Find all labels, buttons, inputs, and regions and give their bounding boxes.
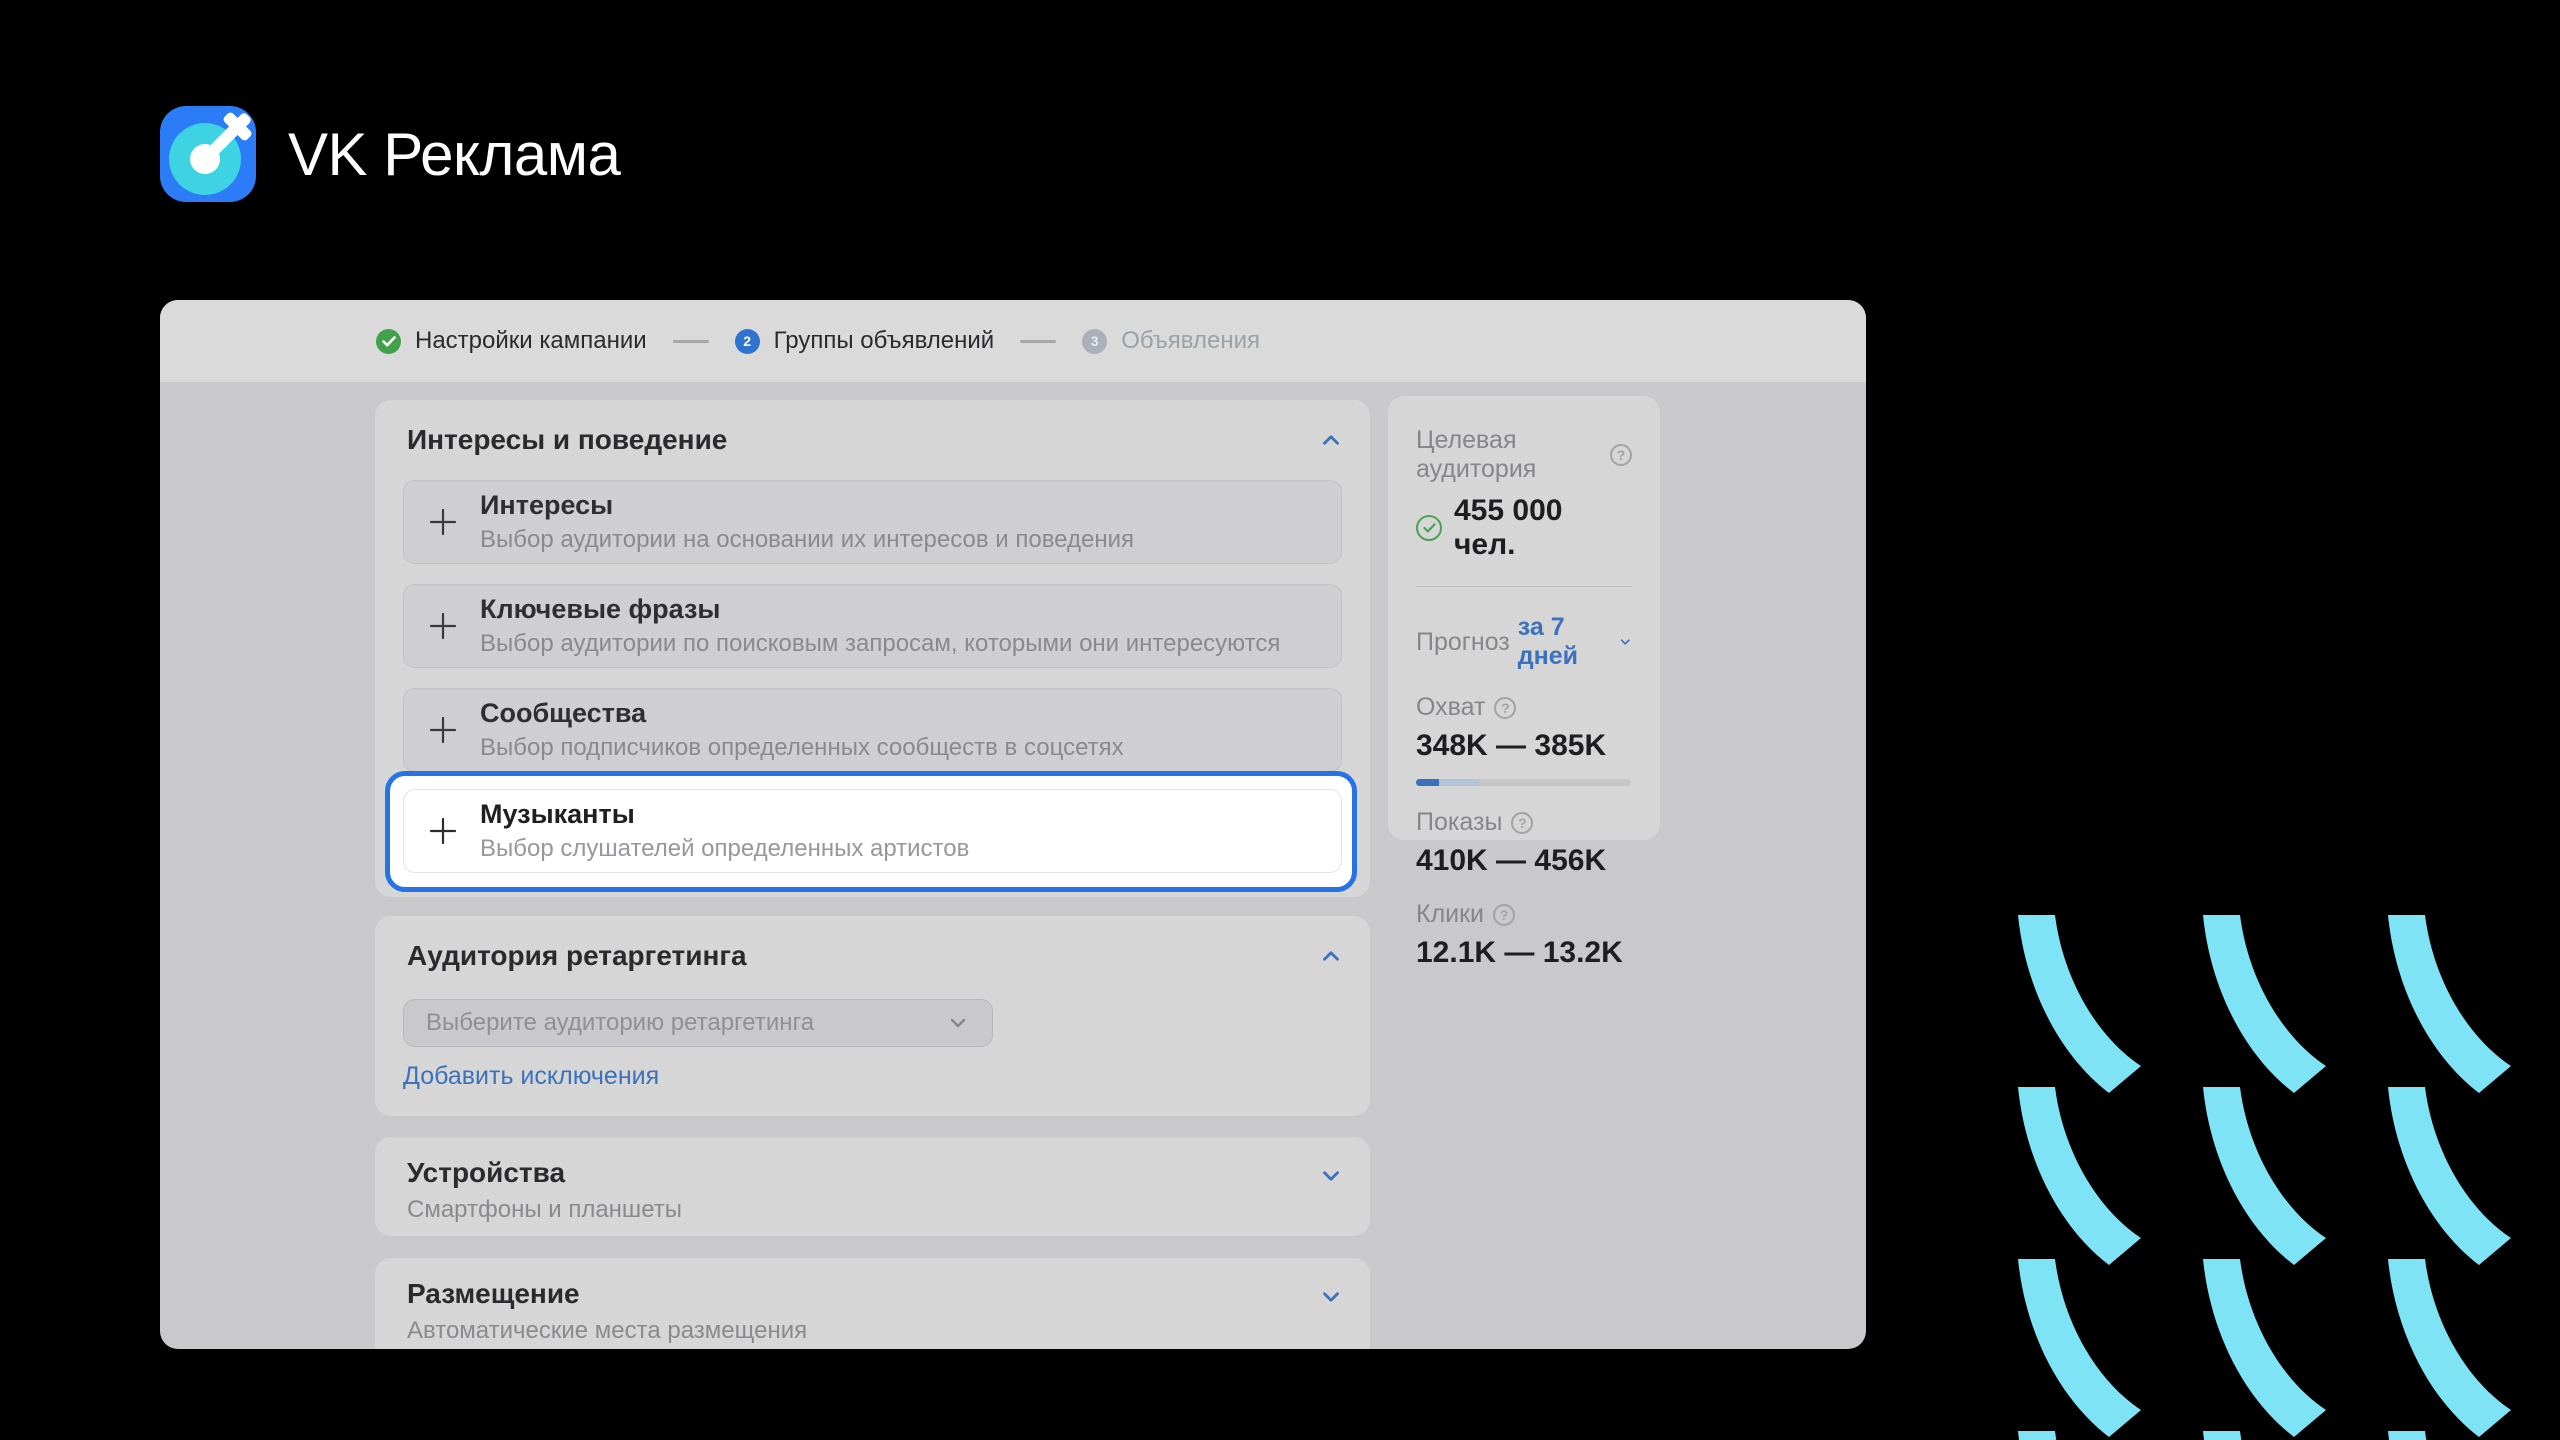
step-campaign-settings[interactable]: Настройки кампании xyxy=(376,327,647,355)
check-circle-icon xyxy=(1416,515,1442,541)
help-icon[interactable]: ? xyxy=(1610,444,1632,466)
swoosh-shape xyxy=(2008,1431,2142,1440)
metric-clicks: Клики ? 12.1K — 13.2K xyxy=(1416,900,1632,970)
forecast-panel: Целевая аудитория ? 455 000 чел. Прогноз… xyxy=(1388,396,1660,840)
metric-reach: Охват ? 348K — 385K xyxy=(1416,693,1632,786)
option-title: Сообщества xyxy=(480,698,1124,729)
option-card-musicians[interactable]: Музыканты Выбор слушателей определенных … xyxy=(403,789,1342,873)
target-audience-label: Целевая аудитория xyxy=(1416,426,1601,484)
progress-filled xyxy=(1416,779,1439,786)
swoosh-shape xyxy=(2193,1087,2327,1265)
page: VK Реклама Настройки кампании 2 Группы о… xyxy=(0,0,2560,1440)
brand-header: VK Реклама xyxy=(160,106,620,202)
option-title: Ключевые фразы xyxy=(480,594,1280,625)
option-subtitle: Выбор слушателей определенных артистов xyxy=(480,835,969,863)
forecast-period-dropdown[interactable]: за 7 дней xyxy=(1518,613,1610,671)
step-done-check-icon xyxy=(376,329,401,354)
plus-icon xyxy=(428,507,458,537)
option-title: Музыканты xyxy=(480,799,969,830)
divider xyxy=(1416,586,1632,587)
step-ad-groups[interactable]: 2 Группы объявлений xyxy=(735,327,995,355)
progress-secondary xyxy=(1439,779,1479,786)
campaign-wizard-card: Настройки кампании 2 Группы объявлений 3… xyxy=(160,300,1866,1349)
section-retargeting-audience: Аудитория ретаргетинга Выберите аудитори… xyxy=(375,916,1370,1116)
section-title: Аудитория ретаргетинга xyxy=(407,940,747,972)
add-exclusions-link[interactable]: Добавить исключения xyxy=(403,1062,659,1091)
step-label: Настройки кампании xyxy=(415,327,647,355)
metric-value: 348K — 385K xyxy=(1416,729,1632,763)
vk-ads-logo-icon xyxy=(160,106,256,202)
option-title: Интересы xyxy=(480,490,1134,521)
swoosh-shape xyxy=(2193,915,2327,1093)
stepper-connector xyxy=(673,340,709,343)
section-devices[interactable]: Устройства Смартфоны и планшеты xyxy=(375,1137,1370,1236)
help-icon[interactable]: ? xyxy=(1493,904,1515,926)
metric-label: Охват xyxy=(1416,693,1485,722)
metric-value: 12.1K — 13.2K xyxy=(1416,936,1632,970)
forecast-label: Прогноз xyxy=(1416,628,1510,657)
section-subtitle: Автоматические места размещения xyxy=(407,1317,807,1345)
chevron-down-icon[interactable] xyxy=(1618,633,1632,651)
chevron-down-icon xyxy=(946,1011,970,1035)
stepper: Настройки кампании 2 Группы объявлений 3… xyxy=(160,300,1866,382)
option-subtitle: Выбор аудитории на основании их интересо… xyxy=(480,526,1134,554)
plus-icon xyxy=(428,715,458,745)
chevron-up-icon[interactable] xyxy=(1318,427,1344,453)
swoosh-shape xyxy=(2378,915,2512,1093)
section-title: Размещение xyxy=(407,1278,807,1310)
option-card-communities[interactable]: Сообщества Выбор подписчиков определенны… xyxy=(403,688,1342,772)
section-placement[interactable]: Размещение Автоматические места размещен… xyxy=(375,1258,1370,1349)
swoosh-shape xyxy=(2378,1087,2512,1265)
section-interests-behavior: Интересы и поведение Интересы Выбор ауди… xyxy=(375,400,1370,897)
musicians-highlight-box: Музыканты Выбор слушателей определенных … xyxy=(385,771,1357,892)
chevron-up-icon[interactable] xyxy=(1318,943,1344,969)
metric-impressions: Показы ? 410K — 456K xyxy=(1416,808,1632,878)
chevron-down-icon[interactable] xyxy=(1318,1284,1344,1310)
chevron-down-icon[interactable] xyxy=(1318,1163,1344,1189)
step-number-badge: 2 xyxy=(735,329,760,354)
section-subtitle: Смартфоны и планшеты xyxy=(407,1196,682,1224)
target-audience-value: 455 000 чел. xyxy=(1454,494,1632,562)
plus-icon xyxy=(428,611,458,641)
step-ads[interactable]: 3 Объявления xyxy=(1082,327,1260,355)
help-icon[interactable]: ? xyxy=(1511,812,1533,834)
option-card-interests[interactable]: Интересы Выбор аудитории на основании их… xyxy=(403,480,1342,564)
metric-label: Показы xyxy=(1416,808,1502,837)
swoosh-shape xyxy=(2008,1087,2142,1265)
metric-label: Клики xyxy=(1416,900,1484,929)
step-number-badge: 3 xyxy=(1082,329,1107,354)
reach-progress-bar xyxy=(1416,779,1631,786)
option-card-key-phrases[interactable]: Ключевые фразы Выбор аудитории по поиско… xyxy=(403,584,1342,668)
swoosh-shape xyxy=(2008,1259,2142,1437)
swoosh-shape xyxy=(2378,1259,2512,1437)
swoosh-shape xyxy=(2193,1259,2327,1437)
brand-title: VK Реклама xyxy=(288,120,620,189)
stepper-connector xyxy=(1020,340,1056,343)
metric-value: 410K — 456K xyxy=(1416,844,1632,878)
option-subtitle: Выбор подписчиков определенных сообществ… xyxy=(480,734,1124,762)
section-title: Интересы и поведение xyxy=(407,424,727,456)
swoosh-shape xyxy=(2193,1431,2327,1440)
select-placeholder: Выберите аудиторию ретаргетинга xyxy=(426,1009,814,1037)
option-subtitle: Выбор аудитории по поисковым запросам, к… xyxy=(480,630,1280,658)
plus-icon xyxy=(428,816,458,846)
step-label: Объявления xyxy=(1121,327,1260,355)
swoosh-shape xyxy=(2378,1431,2512,1440)
step-label: Группы объявлений xyxy=(774,327,995,355)
help-icon[interactable]: ? xyxy=(1494,697,1516,719)
retargeting-audience-select[interactable]: Выберите аудиторию ретаргетинга xyxy=(403,999,993,1047)
section-title: Устройства xyxy=(407,1157,682,1189)
swoosh-shape xyxy=(2008,915,2142,1093)
